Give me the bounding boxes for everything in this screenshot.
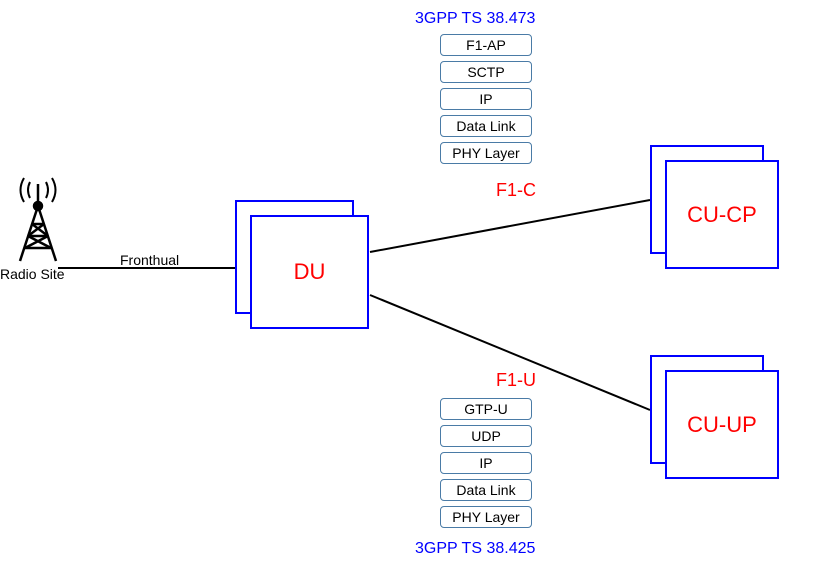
du-label: DU: [294, 259, 326, 285]
f1u-spec-label: 3GPP TS 38.425: [415, 540, 535, 558]
f1u-stack-4: PHY Layer: [440, 506, 532, 528]
cu-cp-box: CU-CP: [665, 160, 779, 269]
f1u-line: [370, 295, 650, 410]
connection-lines: [0, 0, 827, 568]
f1u-stack-2: IP: [440, 452, 532, 474]
f1u-stack-3: Data Link: [440, 479, 532, 501]
f1u-stack-0: GTP-U: [440, 398, 532, 420]
f1c-stack-4: PHY Layer: [440, 142, 532, 164]
f1c-spec-label: 3GPP TS 38.473: [415, 10, 535, 28]
cu-up-box: CU-UP: [665, 370, 779, 479]
f1c-stack-1: SCTP: [440, 61, 532, 83]
f1c-stack-3: Data Link: [440, 115, 532, 137]
f1c-line: [370, 200, 650, 252]
f1u-label: F1-U: [496, 370, 536, 391]
f1u-stack-1: UDP: [440, 425, 532, 447]
f1c-label: F1-C: [496, 180, 536, 201]
f1c-stack-2: IP: [440, 88, 532, 110]
radio-tower-icon: [8, 176, 68, 266]
cu-cp-label: CU-CP: [687, 202, 757, 228]
fronthaul-label: Fronthual: [120, 252, 179, 268]
du-box: DU: [250, 215, 369, 329]
radio-site-label: Radio Site: [0, 266, 65, 282]
f1c-stack-0: F1-AP: [440, 34, 532, 56]
cu-up-label: CU-UP: [687, 412, 757, 438]
